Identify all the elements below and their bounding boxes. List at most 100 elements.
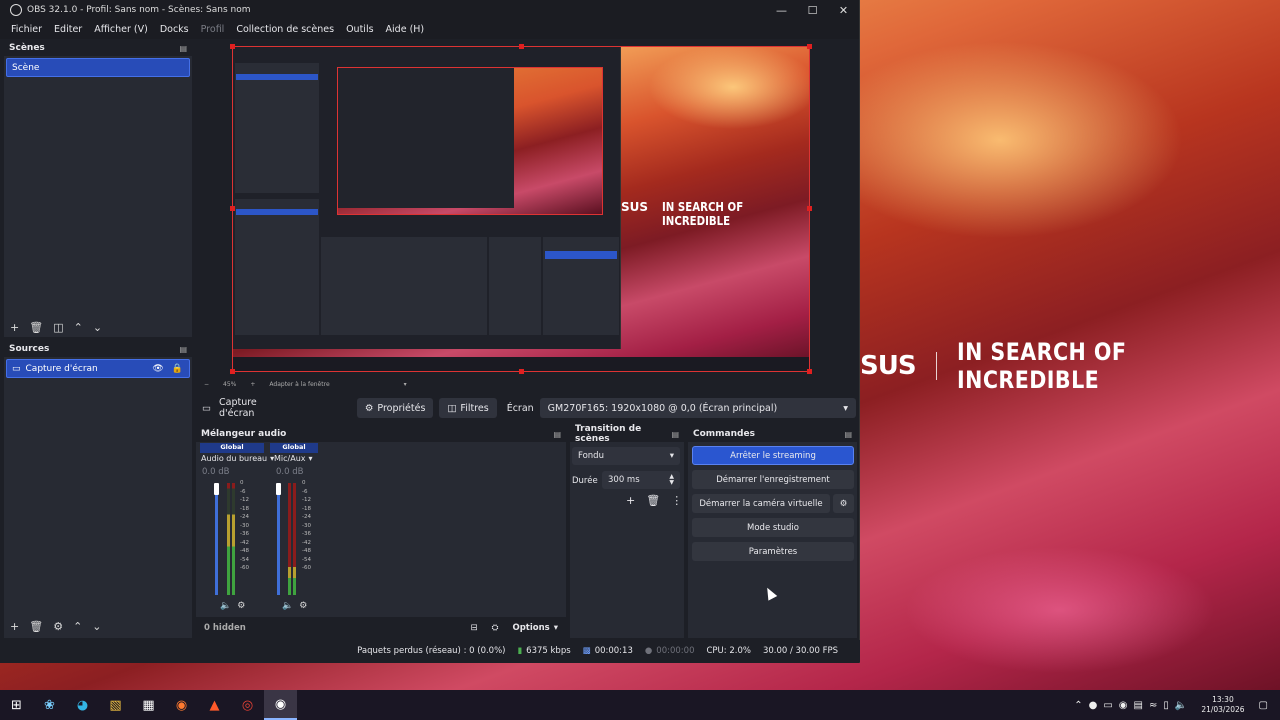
- trash-icon[interactable]: 🗑: [29, 321, 43, 334]
- gear-icon[interactable]: ⚙: [53, 620, 63, 633]
- firefox-icon[interactable]: ◉: [165, 690, 198, 720]
- move-up-icon[interactable]: ⌃: [73, 620, 82, 633]
- zoom-in-icon[interactable]: +: [250, 381, 255, 388]
- volume-icon[interactable]: 🔈: [1175, 700, 1187, 711]
- trash-icon[interactable]: 🗑: [646, 494, 660, 507]
- notification-icon[interactable]: ▢: [1259, 700, 1268, 711]
- windows-start-icon[interactable]: ⊞: [0, 690, 33, 720]
- volume-fader[interactable]: [215, 483, 218, 595]
- chevron-up-icon[interactable]: ⌃: [1074, 700, 1082, 711]
- menu-docks[interactable]: Docks: [154, 24, 195, 35]
- resize-handle[interactable]: [230, 44, 235, 49]
- lock-icon[interactable]: 🔒: [172, 364, 183, 374]
- menu-profile[interactable]: Profil: [195, 24, 231, 35]
- undock-icon[interactable]: ▤: [179, 345, 187, 354]
- properties-button[interactable]: ⚙ Propriétés: [356, 398, 434, 418]
- filter-icon[interactable]: ◫: [53, 321, 63, 334]
- move-up-icon[interactable]: ⌃: [74, 321, 83, 334]
- brave-icon[interactable]: ▲: [198, 690, 231, 720]
- advanced-icon[interactable]: ⛭: [492, 623, 499, 633]
- zoom-dropdown-icon[interactable]: ▾: [404, 381, 407, 388]
- menu-tools[interactable]: Outils: [340, 24, 379, 35]
- resize-handle[interactable]: [807, 44, 812, 49]
- add-icon[interactable]: +: [10, 321, 19, 334]
- menu-file[interactable]: Fichier: [5, 24, 48, 35]
- settings-icon[interactable]: ⚙: [237, 601, 245, 611]
- close-icon[interactable]: ✕: [828, 4, 859, 17]
- clock[interactable]: 13:30 21/03/2026: [1201, 695, 1244, 715]
- virtual-camera-settings-button[interactable]: ⚙: [833, 494, 854, 513]
- undock-icon[interactable]: ▤: [179, 44, 187, 53]
- more-icon[interactable]: ⋮: [671, 494, 682, 507]
- wifi-icon[interactable]: ≈: [1149, 700, 1157, 711]
- trash-icon[interactable]: 🗑: [29, 620, 43, 633]
- resize-handle[interactable]: [230, 206, 235, 211]
- edge-icon[interactable]: ◕: [66, 690, 99, 720]
- source-item[interactable]: ▭ Capture d'écran 👁 🔒: [6, 359, 190, 378]
- settings-icon[interactable]: ⚙: [299, 601, 307, 611]
- duration-value: 300 ms: [608, 475, 640, 485]
- dropped-frames: Paquets perdus (réseau) : 0 (0.0%): [357, 646, 506, 656]
- sources-title: Sources: [9, 344, 50, 354]
- maximize-icon[interactable]: ☐: [797, 4, 828, 17]
- zoom-out-icon[interactable]: −: [204, 381, 209, 388]
- hidden-count[interactable]: 0 hidden: [204, 623, 246, 633]
- channel-badge: Global: [200, 443, 264, 453]
- undock-icon[interactable]: ▤: [553, 430, 561, 439]
- channel-name[interactable]: Mic/Aux ▾: [274, 454, 313, 463]
- vpn-icon[interactable]: ▤: [1134, 700, 1143, 711]
- minimize-icon[interactable]: —: [766, 4, 797, 17]
- menu-scene-collection[interactable]: Collection de scènes: [230, 24, 340, 35]
- move-down-icon[interactable]: ⌄: [92, 620, 101, 633]
- stepper-icon[interactable]: ▲ ▼: [669, 474, 674, 486]
- resize-handle[interactable]: [807, 369, 812, 374]
- undock-icon[interactable]: ▤: [844, 430, 852, 439]
- chrome-icon[interactable]: ◎: [231, 690, 264, 720]
- virtual-camera-button[interactable]: Démarrer la caméra virtuelle: [692, 494, 830, 513]
- duration-input[interactable]: 300 ms ▲ ▼: [602, 471, 680, 489]
- add-icon[interactable]: +: [10, 620, 19, 633]
- preview-area[interactable]: SUS IN SEARCH OF INCREDIBLE: [196, 40, 856, 378]
- battery-icon[interactable]: ▯: [1163, 700, 1169, 711]
- undock-icon[interactable]: ▤: [671, 430, 679, 439]
- file-explorer-icon[interactable]: ▧: [99, 690, 132, 720]
- fader-knob[interactable]: [276, 483, 281, 495]
- move-down-icon[interactable]: ⌄: [93, 321, 102, 334]
- store-icon[interactable]: ▦: [132, 690, 165, 720]
- studio-mode-button[interactable]: Mode studio: [692, 518, 854, 537]
- stop-streaming-button[interactable]: Arrêter le streaming: [692, 446, 854, 465]
- screen-select[interactable]: GM270F165: 1920x1080 @ 0,0 (Écran princi…: [539, 398, 856, 418]
- add-icon[interactable]: +: [626, 494, 635, 507]
- speaker-icon[interactable]: 🔈: [220, 601, 231, 611]
- display-icon[interactable]: ▭: [1103, 700, 1112, 711]
- resize-handle[interactable]: [230, 369, 235, 374]
- nested-panel: [235, 199, 319, 335]
- options-button[interactable]: Options ▾: [512, 623, 558, 633]
- obs-taskbar-icon[interactable]: ◉: [264, 690, 297, 720]
- volume-fader[interactable]: [277, 483, 280, 595]
- channel-name[interactable]: Audio du bureau ▾: [201, 454, 274, 463]
- preview-canvas[interactable]: SUS IN SEARCH OF INCREDIBLE: [232, 46, 810, 372]
- copilot-icon[interactable]: ❀: [33, 690, 66, 720]
- tray-app-icon[interactable]: ◉: [1119, 700, 1128, 711]
- transition-select[interactable]: Fondu ▾: [572, 447, 680, 465]
- settings-button[interactable]: Paramètres: [692, 542, 854, 561]
- resize-handle[interactable]: [807, 206, 812, 211]
- resize-handle[interactable]: [519, 369, 524, 374]
- zoom-fit-select[interactable]: Adapter à la fenêtre: [269, 381, 329, 388]
- monitor-icon: ▭: [12, 363, 21, 374]
- layout-icon[interactable]: ⊟: [471, 623, 478, 633]
- start-recording-button[interactable]: Démarrer l'enregistrement: [692, 470, 854, 489]
- eye-icon[interactable]: 👁: [152, 364, 163, 374]
- meter-tick: -12: [240, 497, 249, 504]
- speaker-icon[interactable]: 🔈: [282, 601, 293, 611]
- microphone-icon[interactable]: ●: [1089, 700, 1098, 711]
- menu-view[interactable]: Afficher (V): [88, 24, 154, 35]
- menu-edit[interactable]: Editer: [48, 24, 88, 35]
- menu-help[interactable]: Aide (H): [380, 24, 431, 35]
- chevron-down-icon: ▾: [669, 451, 674, 461]
- filters-button[interactable]: ◫ Filtres: [439, 398, 497, 418]
- fader-knob[interactable]: [214, 483, 219, 495]
- resize-handle[interactable]: [519, 44, 524, 49]
- scene-item[interactable]: Scène: [6, 58, 190, 77]
